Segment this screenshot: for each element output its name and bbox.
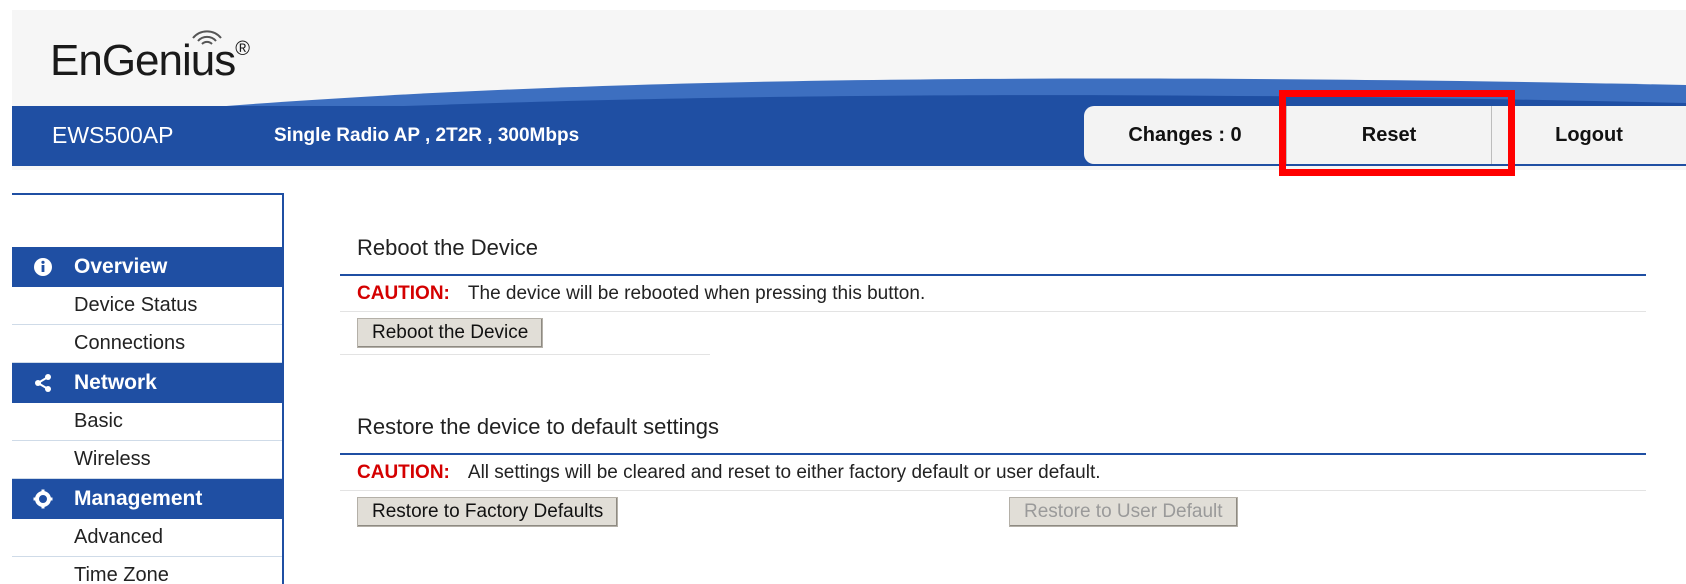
sidebar-item-wireless[interactable]: Wireless	[12, 441, 282, 479]
reboot-caution: CAUTION: The device will be rebooted whe…	[340, 276, 1646, 312]
info-icon	[32, 256, 54, 278]
main-content: Reboot the Device CAUTION: The device wi…	[340, 230, 1646, 533]
sidebar-section-label: Management	[74, 487, 203, 510]
sidebar-section-overview[interactable]: Overview	[12, 247, 282, 287]
restore-button-row: Restore to Factory Defaults Restore to U…	[340, 491, 1646, 533]
sidebar-item-time-zone[interactable]: Time Zone	[12, 557, 282, 584]
restore-section-title: Restore the device to default settings	[357, 414, 719, 439]
sidebar: Overview Device Status Connections Netwo…	[12, 193, 284, 584]
reset-highlight-box	[1279, 90, 1515, 176]
wifi-logo-icon	[192, 30, 222, 45]
sidebar-section-network[interactable]: Network	[12, 363, 282, 403]
share-icon	[32, 372, 54, 394]
reboot-section-title: Reboot the Device	[357, 235, 538, 260]
sidebar-item-basic[interactable]: Basic	[12, 403, 282, 441]
sidebar-item-device-status[interactable]: Device Status	[12, 287, 282, 325]
restore-caution: CAUTION: All settings will be cleared an…	[340, 455, 1646, 491]
sidebar-section-label: Network	[74, 371, 157, 394]
caution-text: The device will be rebooted when pressin…	[467, 282, 926, 304]
logout-button[interactable]: Logout	[1492, 106, 1686, 164]
changes-counter[interactable]: Changes : 0	[1084, 106, 1286, 164]
reboot-button-row: Reboot the Device	[340, 312, 1646, 354]
reboot-device-button[interactable]: Reboot the Device	[357, 318, 544, 348]
caution-text: All settings will be cleared and reset t…	[467, 461, 1101, 483]
caution-label: CAUTION:	[357, 282, 450, 304]
device-model: EWS500AP	[52, 122, 174, 148]
caution-label: CAUTION:	[357, 461, 450, 483]
sidebar-item-connections[interactable]: Connections	[12, 325, 282, 363]
sidebar-section-label: Overview	[74, 255, 168, 278]
restore-factory-defaults-button[interactable]: Restore to Factory Defaults	[357, 497, 619, 527]
restore-user-default-button[interactable]: Restore to User Default	[1009, 497, 1238, 527]
sidebar-item-advanced[interactable]: Advanced	[12, 519, 282, 557]
sidebar-section-management[interactable]: Management	[12, 479, 282, 519]
gear-icon	[32, 488, 54, 510]
device-description: Single Radio AP , 2T2R , 300Mbps	[274, 125, 580, 146]
left-frame-edge	[0, 0, 12, 584]
